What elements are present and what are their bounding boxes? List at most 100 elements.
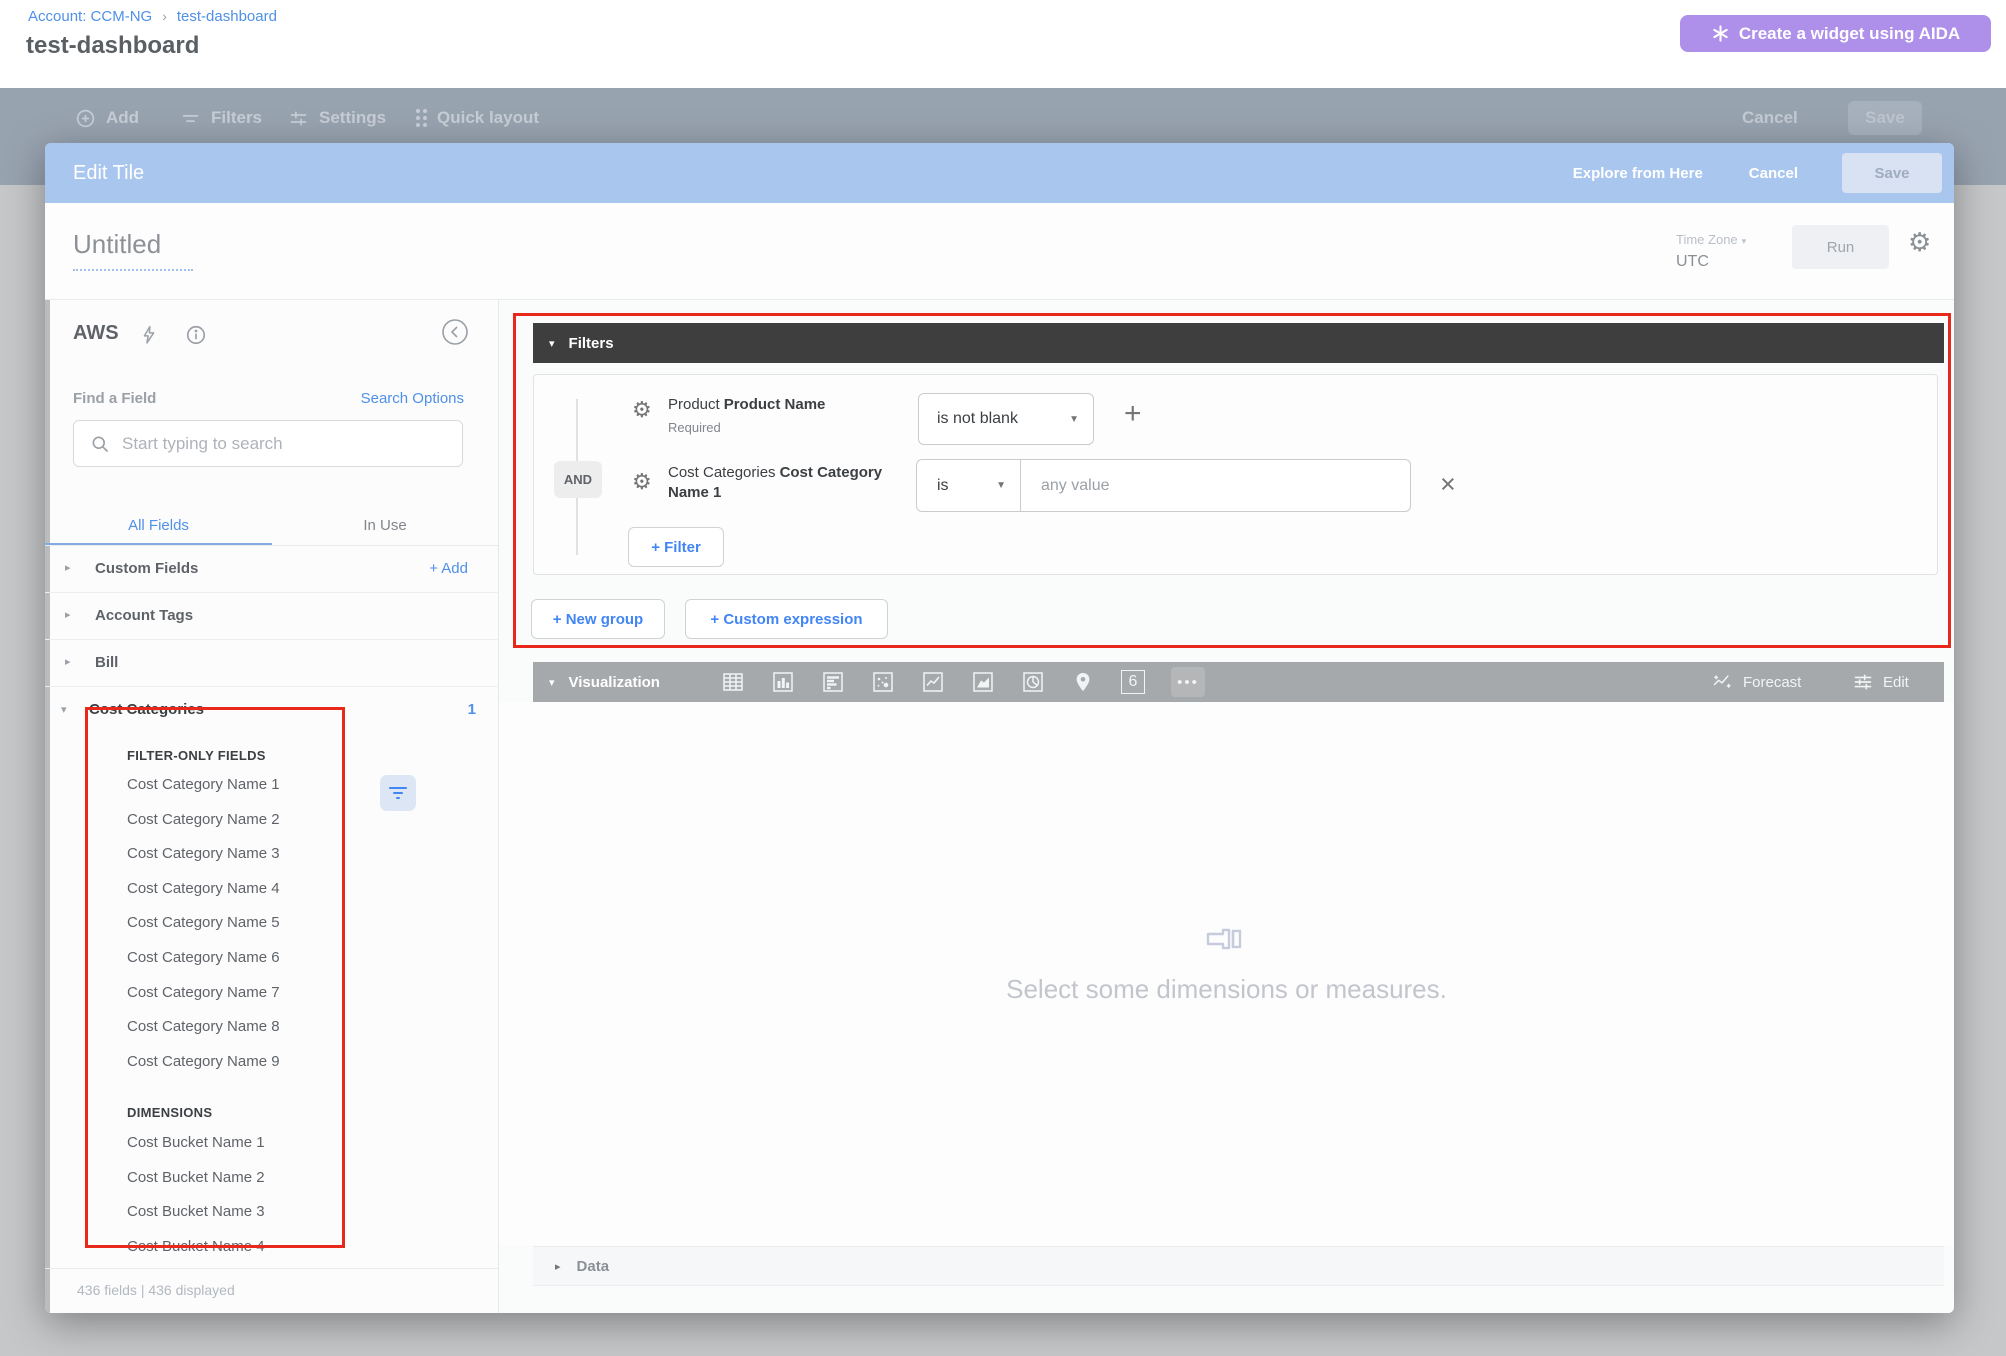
remove-filter-icon[interactable]: ×	[1440, 471, 1456, 498]
toolbar-add-button: Add	[75, 100, 139, 136]
field-count-status: 436 fields | 436 displayed	[77, 1282, 235, 1298]
funnel-icon	[389, 787, 407, 799]
sidebar-item-account-tags[interactable]: ▸ Account Tags	[45, 593, 498, 640]
section-label: Bill	[95, 654, 118, 671]
search-options-link[interactable]: Search Options	[361, 390, 464, 407]
visualization-section-header[interactable]: ▾ Visualization	[533, 662, 1944, 702]
scatter-plot-viz-icon[interactable]	[871, 666, 895, 698]
list-item[interactable]: Cost Bucket Name 3	[127, 1195, 265, 1230]
list-item[interactable]: Cost Category Name 7	[127, 976, 280, 1011]
add-condition-icon[interactable]: +	[1124, 399, 1142, 429]
list-item[interactable]: Cost Category Name 4	[127, 872, 280, 907]
explore-from-here-button[interactable]: Explore from Here	[1573, 165, 1703, 182]
filter-value-input[interactable]	[1021, 459, 1411, 512]
collapse-sidebar-icon[interactable]	[441, 318, 469, 346]
forecast-label: Forecast	[1743, 674, 1801, 691]
line-chart-viz-icon[interactable]	[921, 666, 945, 698]
more-viz-types-icon[interactable]: •••	[1171, 667, 1205, 697]
tile-name-input[interactable]: Untitled	[73, 229, 193, 271]
bar-chart-viz-icon[interactable]	[821, 666, 845, 698]
flashlight-icon	[1205, 926, 1249, 957]
custom-expression-button[interactable]: + Custom expression	[685, 599, 888, 639]
tab-in-use[interactable]: In Use	[272, 508, 498, 544]
list-item[interactable]: Cost Category Name 5	[127, 906, 280, 941]
info-icon[interactable]	[185, 324, 207, 351]
list-item[interactable]: Cost Bucket Name 2	[127, 1161, 265, 1196]
run-button[interactable]: Run	[1792, 225, 1889, 269]
toolbar-filters-button: Filters	[180, 100, 262, 136]
filters-header-label: Filters	[569, 335, 614, 352]
toolbar-add-label: Add	[106, 108, 139, 128]
time-zone-selector[interactable]: Time Zone▾ UTC	[1676, 229, 1746, 272]
create-widget-aida-button[interactable]: Create a widget using AIDA	[1680, 15, 1991, 52]
tab-all-fields[interactable]: All Fields	[45, 508, 272, 544]
chevron-down-icon: ▾	[1742, 236, 1747, 246]
list-item[interactable]: Cost Bucket Name 1	[127, 1126, 265, 1161]
breadcrumb-account-link[interactable]: Account: CCM-NG	[28, 8, 152, 25]
dimensions-field-list: Cost Bucket Name 1 Cost Bucket Name 2 Co…	[127, 1126, 265, 1264]
sliders-icon	[288, 108, 309, 129]
page-title: test-dashboard	[26, 32, 199, 60]
time-zone-value: UTC	[1676, 251, 1746, 273]
field-name: Product Name	[724, 396, 826, 413]
tile-settings-gear-icon[interactable]: ⚙	[1908, 227, 1931, 258]
area-chart-viz-icon[interactable]	[971, 666, 995, 698]
table-viz-icon[interactable]	[721, 666, 745, 698]
field-search-input[interactable]	[122, 434, 462, 454]
operator-dropdown-row2[interactable]: is ▼	[916, 459, 1021, 512]
list-item[interactable]: Cost Category Name 6	[127, 941, 280, 976]
dashboard-toolbar-disabled: Add Filters Settings Quick layout Cancel…	[0, 100, 2006, 136]
section-label: Cost Categories	[89, 701, 204, 718]
filter-row1-gear-icon[interactable]: ⚙	[632, 397, 652, 423]
data-section-header[interactable]: ▸ Data	[533, 1246, 1944, 1286]
visualization-empty-area: Select some dimensions or measures.	[499, 702, 1954, 1246]
list-item[interactable]: Cost Category Name 9	[127, 1045, 280, 1080]
column-chart-viz-icon[interactable]	[771, 666, 795, 698]
active-filter-icon[interactable]	[380, 775, 416, 811]
aida-button-label: Create a widget using AIDA	[1739, 24, 1960, 44]
new-group-button[interactable]: + New group	[531, 599, 665, 639]
chevron-right-icon: ▸	[555, 1260, 561, 1273]
viz-edit-button[interactable]: Edit	[1853, 662, 1909, 702]
edit-sliders-icon	[1853, 672, 1873, 692]
edit-tile-modal: Edit Tile Explore from Here Cancel Save …	[45, 143, 1954, 1313]
filter-row2-field: Cost CategoriesCost Category Name 1	[668, 463, 913, 503]
add-filter-button[interactable]: + Filter	[628, 527, 724, 567]
empty-state-message: Select some dimensions or measures.	[499, 974, 1954, 1005]
sidebar-item-bill[interactable]: ▸ Bill	[45, 640, 498, 687]
pie-chart-viz-icon[interactable]	[1021, 666, 1045, 698]
modal-save-button[interactable]: Save	[1842, 153, 1942, 193]
map-pin-viz-icon[interactable]	[1071, 666, 1095, 698]
modal-body: AWS Find a Field Search Options Al	[45, 300, 1954, 1313]
breadcrumb-dashboard-link[interactable]: test-dashboard	[177, 8, 277, 25]
sidebar-scrollbar[interactable]	[45, 300, 50, 1313]
list-item[interactable]: Cost Bucket Name 4	[127, 1230, 265, 1265]
filter-row2-gear-icon[interactable]: ⚙	[632, 469, 652, 495]
single-value-glyph: 6	[1121, 670, 1145, 694]
sidebar-item-custom-fields[interactable]: ▸ Custom Fields + Add	[45, 546, 498, 593]
toolbar-cancel-button: Cancel	[1742, 100, 1798, 136]
list-item[interactable]: Cost Category Name 1	[127, 768, 280, 803]
lightning-bolt-icon	[139, 324, 159, 351]
list-item[interactable]: Cost Category Name 3	[127, 837, 280, 872]
visualization-type-picker: 6 •••	[721, 666, 1205, 698]
toolbar-settings-button: Settings	[288, 100, 386, 136]
chevron-down-icon: ▼	[996, 480, 1006, 491]
and-connector-chip[interactable]: AND	[554, 461, 602, 498]
filter-row1-field: ProductProduct Name Required	[668, 395, 913, 438]
filters-section-header[interactable]: ▾ Filters	[533, 323, 1944, 363]
list-item[interactable]: Cost Category Name 8	[127, 1010, 280, 1045]
sidebar-footer-divider	[45, 1268, 499, 1269]
sidebar-item-cost-categories[interactable]: ▾ Cost Categories 1	[45, 687, 498, 734]
forecast-button[interactable]: Forecast	[1711, 662, 1801, 702]
single-value-viz-icon[interactable]: 6	[1121, 666, 1145, 698]
operator-dropdown-row1[interactable]: is not blank ▼	[918, 393, 1094, 445]
list-item[interactable]: Cost Category Name 2	[127, 803, 280, 838]
modal-cancel-button[interactable]: Cancel	[1749, 165, 1798, 182]
field-required-note: Required	[668, 418, 913, 438]
add-custom-field-link[interactable]: + Add	[429, 560, 468, 577]
breadcrumb-separator: ›	[162, 8, 167, 24]
filter-row2-condition: is ▼	[916, 459, 1411, 512]
add-circle-icon	[75, 108, 96, 129]
section-label: Custom Fields	[95, 560, 198, 577]
